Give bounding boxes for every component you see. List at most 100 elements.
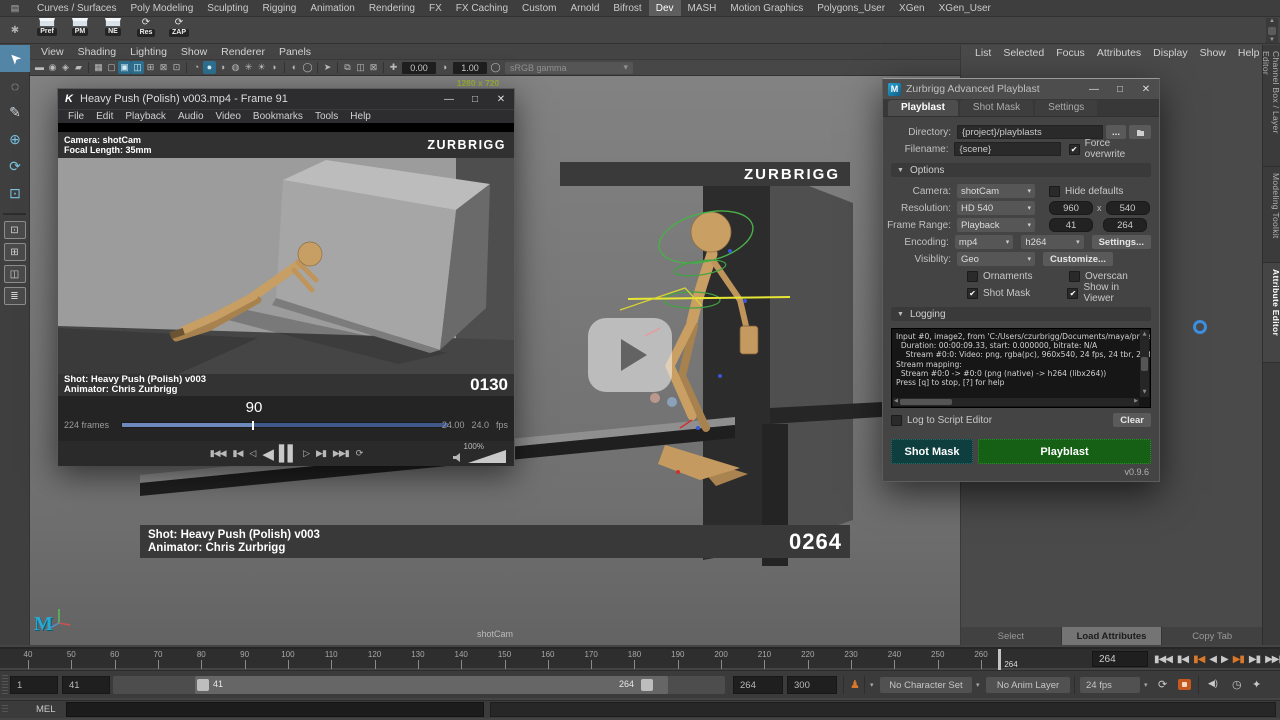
encoder-settings-button[interactable]: Settings...: [1092, 235, 1151, 249]
menubar-item-mash[interactable]: MASH: [681, 0, 724, 16]
exposure-icon[interactable]: ✚: [387, 61, 400, 74]
directory-input[interactable]: {project}/playblasts: [957, 125, 1103, 139]
move-tool-icon[interactable]: ⊕: [0, 126, 30, 153]
menubar-item-fx-caching[interactable]: FX Caching: [449, 0, 515, 16]
force-overwrite-checkbox[interactable]: ✔: [1069, 144, 1080, 155]
shelf-button-zap[interactable]: ⟳ZAP: [164, 18, 194, 37]
go-to-end-button[interactable]: ▶▶▮: [1263, 654, 1280, 665]
show-in-viewer-checkbox[interactable]: ✔: [1067, 288, 1078, 299]
log-to-script-editor-checkbox[interactable]: [891, 415, 902, 426]
close-icon[interactable]: ✕: [1133, 84, 1159, 95]
clear-log-button[interactable]: Clear: [1113, 413, 1151, 427]
shelf-options-icon[interactable]: ✱: [0, 17, 30, 44]
playhead[interactable]: [252, 421, 254, 430]
playblast-tab-playblast[interactable]: Playblast: [888, 100, 958, 116]
viewport-menu-panels[interactable]: Panels: [272, 46, 318, 58]
player-menu-video[interactable]: Video: [210, 111, 247, 122]
player-menu-playback[interactable]: Playback: [119, 111, 172, 122]
multisample-icon[interactable]: ◐: [288, 61, 301, 74]
range-start-field[interactable]: 41: [1049, 218, 1093, 232]
menubar-item-xgen[interactable]: XGen: [892, 0, 932, 16]
rotate-tool-icon[interactable]: ⟳: [0, 153, 30, 180]
previous-bookmark-button[interactable]: ▮◀: [233, 448, 243, 459]
menubar-item-rendering[interactable]: Rendering: [362, 0, 422, 16]
range-end-handle[interactable]: [641, 679, 653, 691]
panel-button-select[interactable]: Select: [961, 627, 1061, 645]
resolution-dropdown[interactable]: HD 540▾: [957, 201, 1035, 215]
shot-mask-button[interactable]: Shot Mask: [891, 439, 973, 464]
play-backwards-button[interactable]: ◀: [1207, 654, 1218, 665]
select-tool-icon[interactable]: ➤: [0, 45, 30, 72]
scroll-down-icon[interactable]: ▼: [1269, 37, 1275, 43]
panel-button-load-attributes[interactable]: Load Attributes: [1062, 627, 1162, 645]
grid-icon[interactable]: ▦: [92, 61, 105, 74]
range-slider-active[interactable]: [195, 676, 668, 694]
player-menu-help[interactable]: Help: [344, 111, 377, 122]
viewport-menu-view[interactable]: View: [34, 46, 71, 58]
scale-tool-icon[interactable]: ⊡: [0, 180, 30, 207]
pause-button[interactable]: ▌▌: [279, 445, 296, 462]
fps-dropdown[interactable]: 24 fps: [1080, 677, 1140, 693]
ornaments-checkbox[interactable]: [967, 271, 978, 282]
chevron-down-icon[interactable]: ▾: [1144, 681, 1148, 689]
paint-select-tool-icon[interactable]: ✎: [0, 99, 30, 126]
loop-button[interactable]: ⟳: [356, 448, 363, 459]
hide-defaults-checkbox[interactable]: [1049, 186, 1060, 197]
character-set-icon[interactable]: ♟: [850, 678, 860, 691]
playblast-titlebar[interactable]: M Zurbrigg Advanced Playblast — □ ✕: [883, 79, 1159, 99]
motion-blur-icon[interactable]: ◗: [268, 61, 281, 74]
close-icon[interactable]: ✕: [488, 94, 514, 105]
mute-audio-icon[interactable]: ◀): [1208, 678, 1218, 689]
menubar-item-custom[interactable]: Custom: [515, 0, 563, 16]
playblast-tab-settings[interactable]: Settings: [1035, 100, 1097, 116]
step-back-button[interactable]: ◁: [249, 448, 255, 459]
chevron-down-icon[interactable]: ▾: [976, 681, 980, 689]
menubar-item-sculpting[interactable]: Sculpting: [200, 0, 255, 16]
animation-prefs-icon[interactable]: ✦: [1252, 678, 1261, 691]
animation-prefs-clock-icon[interactable]: ◷: [1232, 678, 1242, 691]
player-menu-bookmarks[interactable]: Bookmarks: [247, 111, 309, 122]
minimize-icon[interactable]: —: [1081, 84, 1107, 95]
step-back-frame-button[interactable]: ▮◀: [1175, 654, 1190, 665]
isolate-select-icon[interactable]: ➤: [321, 61, 334, 74]
time-slider[interactable]: 4050607080901001101201301401501601701801…: [0, 647, 1280, 668]
drag-handle[interactable]: [2, 675, 8, 694]
playblast-tab-shot-mask[interactable]: Shot Mask: [960, 100, 1033, 116]
wireframe-icon[interactable]: ◔: [190, 61, 203, 74]
menubar-item-dev[interactable]: Dev: [649, 0, 681, 16]
shelf-scrollbar[interactable]: ▲ ▼: [1266, 18, 1278, 43]
sequence-time-icon[interactable]: ◯: [301, 61, 314, 74]
player-titlebar[interactable]: K Heavy Push (Polish) v003.mp4 - Frame 9…: [58, 89, 514, 109]
panel-menu-display[interactable]: Display: [1147, 47, 1193, 59]
lock-camera-icon[interactable]: ◉: [46, 61, 59, 74]
play-backward-button[interactable]: ◀: [262, 445, 272, 463]
shaded-icon[interactable]: ●: [203, 61, 216, 74]
menubar-item-curves-surfaces[interactable]: Curves / Surfaces: [30, 0, 123, 16]
playblast-button[interactable]: Playblast: [978, 439, 1151, 464]
play-forwards-button[interactable]: ▶: [1219, 654, 1230, 665]
ambient-occlusion-icon[interactable]: ☀: [255, 61, 268, 74]
panel-button-copy-tab[interactable]: Copy Tab: [1162, 627, 1262, 645]
go-to-start-button[interactable]: ▮◀◀: [210, 448, 226, 459]
player-video[interactable]: [58, 158, 514, 374]
camera-attributes-icon[interactable]: ◈: [59, 61, 72, 74]
viewport-menu-show[interactable]: Show: [174, 46, 214, 58]
playback-start-field[interactable]: 41: [62, 676, 110, 694]
exposure-field[interactable]: 0.00: [402, 62, 436, 74]
resolution-width-field[interactable]: 960: [1049, 201, 1093, 215]
chevron-down-icon[interactable]: ▾: [870, 681, 874, 689]
sidebar-tab-attribute-editor[interactable]: Attribute Editor: [1263, 263, 1280, 363]
range-end-field[interactable]: 264: [1103, 218, 1147, 232]
film-gate-icon[interactable]: ▢: [105, 61, 118, 74]
panel-menu-help[interactable]: Help: [1232, 47, 1266, 59]
viewport-menu-renderer[interactable]: Renderer: [214, 46, 272, 58]
sidebar-tab-modeling-toolkit[interactable]: Modeling Toolkit: [1263, 167, 1280, 263]
step-forward-button[interactable]: ▷: [303, 448, 309, 459]
player-menu-audio[interactable]: Audio: [172, 111, 210, 122]
speaker-icon[interactable]: [452, 452, 464, 463]
field-chart-icon[interactable]: ⊞: [144, 61, 157, 74]
bookmarks-icon[interactable]: ▰: [72, 61, 85, 74]
filename-input[interactable]: {scene}: [954, 142, 1060, 156]
safe-title-icon[interactable]: ⊡: [170, 61, 183, 74]
character-set-selector[interactable]: No Character Set: [880, 677, 972, 693]
